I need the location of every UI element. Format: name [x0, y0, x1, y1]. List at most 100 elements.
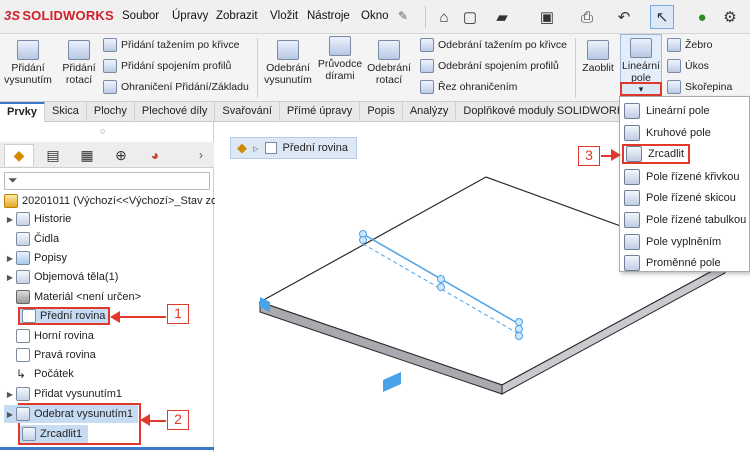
menu-nastroje[interactable]: Nástroje	[307, 10, 350, 22]
tree-item-prava-rovina[interactable]: Pravá rovina	[4, 346, 96, 364]
part-icon	[4, 194, 18, 208]
menu-vlozit[interactable]: Vložit	[270, 10, 298, 22]
panel-grip-icon[interactable]: ○	[100, 126, 105, 136]
menu-okno[interactable]: Okno	[361, 10, 389, 22]
property-manager-tab-icon[interactable]: ▤	[38, 144, 68, 166]
expand-arrow-icon[interactable]: ▶	[4, 273, 16, 282]
tree-item-material[interactable]: Materiál <není určen>	[4, 288, 141, 306]
traffic-light-icon[interactable]: ●	[690, 5, 714, 29]
tree-item-historie[interactable]: ▶ Historie	[4, 210, 71, 228]
callout-3: 3	[578, 146, 600, 166]
hole-wizard-icon	[329, 36, 351, 56]
tree-root[interactable]: 20201011 (Výchozí<<Výchozí>_Stav zob	[4, 192, 223, 210]
menu-item-pole-krivkou[interactable]: Pole řízené křivkou	[624, 167, 740, 187]
tab-analyzy[interactable]: Analýzy	[403, 102, 457, 122]
configuration-manager-tab-icon[interactable]: ▦	[72, 144, 102, 166]
circular-pattern-icon	[624, 125, 640, 141]
linear-pattern-dropdown-chevron-icon[interactable]: ▾	[620, 82, 662, 96]
gear-icon[interactable]: ⚙	[718, 5, 742, 29]
tree-item-objemova-tela[interactable]: ▶ Objemová těla(1)	[4, 268, 118, 286]
menu-item-promenne-pole[interactable]: Proměnné pole	[624, 253, 721, 273]
tree-item-cidla[interactable]: Čidla	[4, 230, 59, 248]
undo-icon[interactable]: ↶	[612, 5, 636, 29]
menu-item-zrcadlit[interactable]: Zrcadlit	[622, 144, 690, 164]
callout-arrow-icon	[611, 149, 621, 161]
new-file-icon[interactable]: ▢	[458, 5, 482, 29]
print-icon[interactable]: ⎙	[575, 5, 599, 29]
revolve-boss-button[interactable]: Přidání rotací	[58, 40, 100, 86]
callout-line	[112, 316, 166, 318]
boundary-cut-button[interactable]: Řez ohraničením	[420, 80, 517, 94]
tree-item-horni-rovina[interactable]: Horní rovina	[4, 327, 94, 345]
loft-boss-button[interactable]: Přidání spojením profilů	[103, 59, 231, 73]
title-bar: 3S SOLIDWORKS Soubor Úpravy Zobrazit Vlož…	[0, 0, 750, 34]
open-folder-icon[interactable]: ▰	[490, 5, 514, 29]
menu-soubor[interactable]: Soubor	[122, 10, 159, 22]
boundary-boss-button[interactable]: Ohraničení Přidání/Základu	[103, 80, 249, 94]
tree-item-popisy[interactable]: ▶ Popisy	[4, 249, 67, 267]
expand-arrow-icon[interactable]: ▶	[4, 254, 16, 263]
tree-item-odebrat-vysunutim1[interactable]: ▶ Odebrat vysunutím1	[4, 405, 138, 423]
origin-icon: ↳	[16, 367, 27, 381]
handle-dot	[359, 236, 367, 244]
rib-button[interactable]: Žebro	[667, 38, 712, 52]
linear-pattern-icon	[630, 38, 652, 58]
menu-item-pole-vyplnenim[interactable]: Pole vyplněním	[624, 232, 721, 252]
expand-arrow-icon[interactable]: ▶	[4, 215, 16, 224]
tab-doplnkove-moduly[interactable]: Doplňkové moduly SOLIDWORKS	[456, 102, 640, 122]
plane-icon	[22, 309, 36, 323]
dimxpert-tab-icon[interactable]: ⊕	[106, 144, 136, 166]
expand-arrow-icon[interactable]: ▶	[4, 410, 16, 419]
tab-prvky[interactable]: Prvky	[0, 102, 45, 122]
solid-bodies-icon	[16, 270, 30, 284]
extrude-boss-button[interactable]: Přidání vysunutím	[2, 40, 54, 86]
tab-plochy[interactable]: Plochy	[87, 102, 135, 122]
save-icon[interactable]: ▣	[535, 5, 559, 29]
tree-item-pocatek[interactable]: ↳ Počátek	[4, 365, 74, 383]
tab-plechove-dily[interactable]: Plechové díly	[135, 102, 216, 122]
menu-item-pole-skicou[interactable]: Pole řízené skicou	[624, 188, 736, 208]
table-pattern-icon	[624, 212, 640, 228]
loft-cut-button[interactable]: Odebrání spojením profilů	[420, 59, 559, 73]
tab-skica[interactable]: Skica	[45, 102, 87, 122]
draft-button[interactable]: Úkos	[667, 59, 709, 73]
rollback-bar[interactable]	[0, 447, 214, 450]
fillet-icon	[587, 40, 609, 60]
swept-boss-button[interactable]: Přidání tažením po křivce	[103, 38, 239, 52]
extrude-cut-feature-icon	[16, 407, 30, 421]
fillet-button[interactable]: Zaoblit	[579, 40, 617, 74]
display-manager-tab-icon[interactable]: ◕	[140, 144, 170, 166]
cut-notch-front	[383, 372, 401, 392]
hole-wizard-button[interactable]: Průvodce dírami	[316, 36, 364, 82]
pin-icon[interactable]: ✎	[398, 9, 408, 23]
tree-item-predni-rovina[interactable]: Přední rovina	[18, 307, 110, 325]
breadcrumb[interactable]: ◆ ▹ Přední rovina	[230, 137, 357, 159]
shell-button[interactable]: Skořepina	[667, 80, 732, 94]
feature-manager-tab-icon[interactable]: ◆	[4, 144, 34, 166]
tab-svarovani[interactable]: Svařování	[215, 102, 280, 122]
extrude-boss-feature-icon	[16, 387, 30, 401]
home-icon[interactable]: ⌂	[432, 5, 456, 29]
menu-zobrazit[interactable]: Zobrazit	[216, 10, 258, 22]
expand-arrow-icon[interactable]: ▶	[4, 390, 16, 399]
filter-box[interactable]: ⏷	[4, 172, 210, 190]
extrude-cut-button[interactable]: Odebrání vysunutím	[262, 40, 314, 86]
menu-item-linearni-pole[interactable]: Lineární pole	[624, 101, 710, 121]
tree-item-pridat-vysunutim1[interactable]: ▶ Přidat vysunutím1	[4, 385, 122, 403]
callout-2: 2	[167, 410, 189, 430]
revolve-cut-icon	[378, 40, 400, 60]
handle-dot	[437, 283, 445, 291]
solidworks-logo[interactable]: 3S SOLIDWORKS	[4, 8, 114, 23]
select-arrow-icon[interactable]: ↖	[650, 5, 674, 29]
swept-cut-button[interactable]: Odebrání tažením po křivce	[420, 38, 567, 52]
menu-item-pole-tabulkou[interactable]: Pole řízené tabulkou	[624, 210, 746, 230]
tab-prime-upravy[interactable]: Přímé úpravy	[280, 102, 361, 122]
menu-upravy[interactable]: Úpravy	[172, 10, 208, 22]
tree-item-zrcadlit1[interactable]: Zrcadlit1	[20, 425, 88, 443]
tab-popis[interactable]: Popis	[360, 102, 403, 122]
revolve-cut-button[interactable]: Odebrání rotací	[366, 40, 412, 86]
boundary-cut-icon	[420, 80, 434, 94]
mirror-icon	[626, 146, 642, 162]
menu-item-kruhove-pole[interactable]: Kruhové pole	[624, 123, 711, 143]
chevron-right-icon[interactable]: ›	[186, 144, 216, 166]
